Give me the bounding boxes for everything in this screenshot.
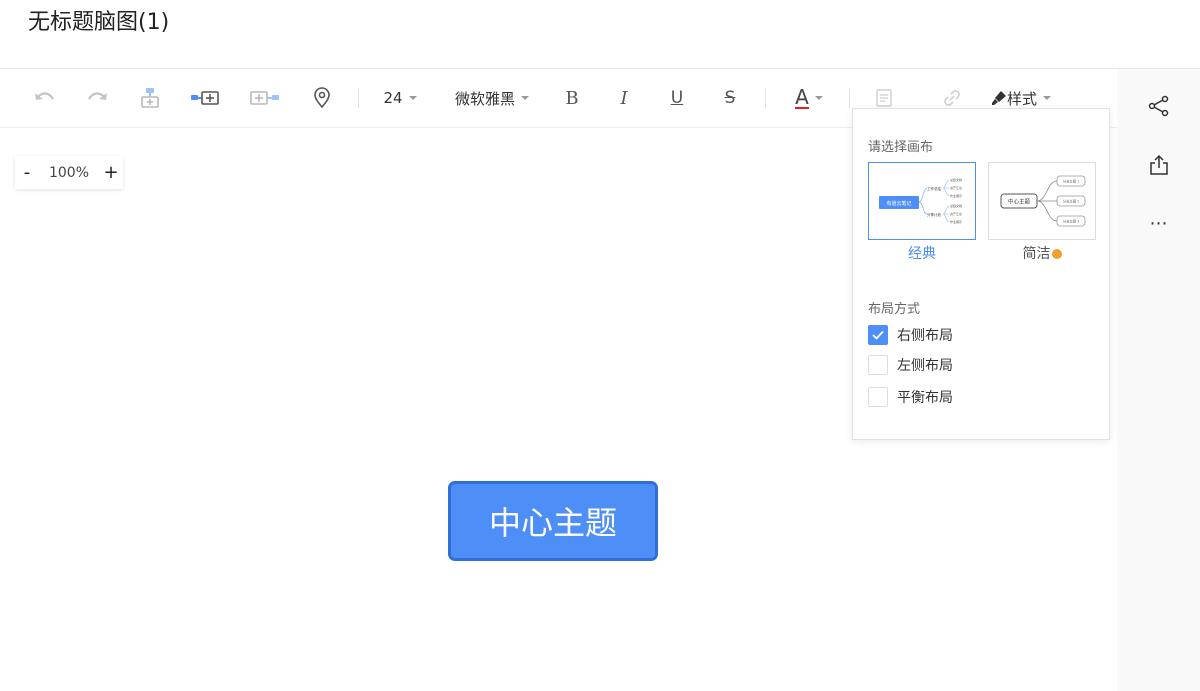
font-color-button[interactable]: A: [790, 83, 828, 113]
insert-child-icon: [250, 91, 279, 105]
theme-simple-label-row[interactable]: 简洁: [988, 243, 1096, 263]
strikethrough-button[interactable]: S: [718, 83, 742, 113]
redo-button[interactable]: [84, 83, 112, 113]
toolbar-divider: [358, 88, 359, 108]
layout-option-label: 左侧布局: [897, 358, 953, 374]
theme-classic-thumbnail[interactable]: 有道云笔记 工作总结 分享计划 总结文档 资产汇总 作业展示 总结文档 资产汇总…: [868, 162, 976, 240]
svg-text:总结文档: 总结文档: [950, 177, 962, 182]
chevron-down-icon: [408, 96, 417, 100]
simple-preview: 中心主题 分支主题 1 分支主题 2 分支主题 3: [1000, 175, 1086, 227]
zoom-in-button[interactable]: +: [99, 162, 123, 183]
svg-text:分支主题 3: 分支主题 3: [1063, 219, 1079, 224]
undo-icon: [35, 92, 54, 100]
svg-text:总结文档: 总结文档: [950, 203, 962, 208]
location-button[interactable]: [308, 83, 336, 113]
svg-text:分支主题 1: 分支主题 1: [1063, 179, 1079, 184]
theme-simple-thumbnail[interactable]: 中心主题 分支主题 1 分支主题 2 分支主题 3: [988, 162, 1096, 240]
svg-text:分支主题 2: 分支主题 2: [1063, 199, 1079, 204]
font-size-value: 24: [383, 89, 403, 107]
share-icon: [1148, 95, 1169, 117]
svg-text:作业展示: 作业展示: [950, 219, 962, 224]
location-pin-icon: [314, 87, 330, 109]
theme-simple-label: 简洁: [1022, 246, 1051, 262]
vip-badge-icon: [1051, 249, 1062, 259]
more-icon[interactable]: ⋯: [1147, 211, 1171, 235]
zoom-out-button[interactable]: -: [15, 162, 39, 183]
font-family-select[interactable]: 微软雅黑: [452, 83, 532, 113]
export-button[interactable]: [1147, 153, 1171, 177]
style-label: 样式: [1006, 89, 1037, 108]
zoom-control: - 100% +: [15, 156, 123, 189]
chevron-down-icon: [521, 96, 529, 100]
central-topic-node[interactable]: 中心主题: [448, 481, 658, 561]
layout-option-label: 右侧布局: [897, 328, 953, 344]
title-bar: 无标题脑图(1): [0, 0, 1200, 69]
insert-sibling-button[interactable]: [189, 83, 221, 113]
layout-option-left[interactable]: 左侧布局: [868, 354, 953, 376]
preview-root: 中心主题: [1008, 198, 1031, 206]
chevron-down-icon: [814, 96, 823, 100]
svg-text:作业展示: 作业展示: [950, 193, 962, 198]
undo-button[interactable]: [30, 83, 58, 113]
chevron-down-icon: [1043, 96, 1051, 100]
layout-option-balanced[interactable]: 平衡布局: [868, 386, 953, 408]
insert-child-above-icon: [141, 88, 159, 108]
document-title[interactable]: 无标题脑图(1): [28, 4, 169, 36]
brush-icon: [991, 91, 1006, 105]
svg-text:资产汇总: 资产汇总: [950, 211, 962, 216]
checkmark-icon: [872, 330, 884, 340]
note-icon: [876, 89, 892, 107]
svg-text:资产汇总: 资产汇总: [950, 185, 962, 190]
link-icon: [944, 90, 960, 106]
style-panel: 请选择画布 有道云笔记 工作总结 分享计划 总结文档 资产汇总 作业展示 总结文…: [852, 108, 1110, 440]
insert-sibling-icon: [191, 91, 219, 105]
checkbox[interactable]: [868, 387, 888, 407]
layout-option-label: 平衡布局: [897, 390, 953, 406]
bold-button[interactable]: B: [560, 83, 584, 113]
preview-branch: 分享计划: [927, 212, 941, 217]
checkbox-checked[interactable]: [868, 325, 888, 345]
classic-preview: 有道云笔记 工作总结 分享计划 总结文档 资产汇总 作业展示 总结文档 资产汇总…: [879, 177, 962, 224]
toolbar-divider: [849, 88, 850, 108]
font-family-value: 微软雅黑: [454, 89, 515, 108]
preview-branch: 工作总结: [927, 186, 941, 191]
preview-root: 有道云笔记: [886, 200, 911, 207]
right-sidebar: ⋯: [1117, 69, 1200, 691]
italic-button[interactable]: I: [612, 83, 636, 113]
share-button[interactable]: [1147, 94, 1171, 118]
font-size-select[interactable]: 24: [380, 83, 420, 113]
insert-child-button[interactable]: [249, 83, 281, 113]
export-icon: [1150, 154, 1168, 175]
zoom-level: 100%: [48, 164, 90, 181]
layout-heading: 布局方式: [868, 302, 921, 317]
insert-parent-button[interactable]: [136, 83, 164, 113]
checkbox[interactable]: [868, 355, 888, 375]
theme-classic-label[interactable]: 经典: [868, 243, 976, 263]
canvas-heading: 请选择画布: [868, 140, 934, 155]
redo-icon: [88, 92, 107, 100]
layout-option-right[interactable]: 右侧布局: [868, 324, 953, 346]
font-color-letter: A: [795, 85, 809, 109]
underline-button[interactable]: U: [665, 83, 689, 113]
toolbar-divider: [765, 88, 766, 108]
